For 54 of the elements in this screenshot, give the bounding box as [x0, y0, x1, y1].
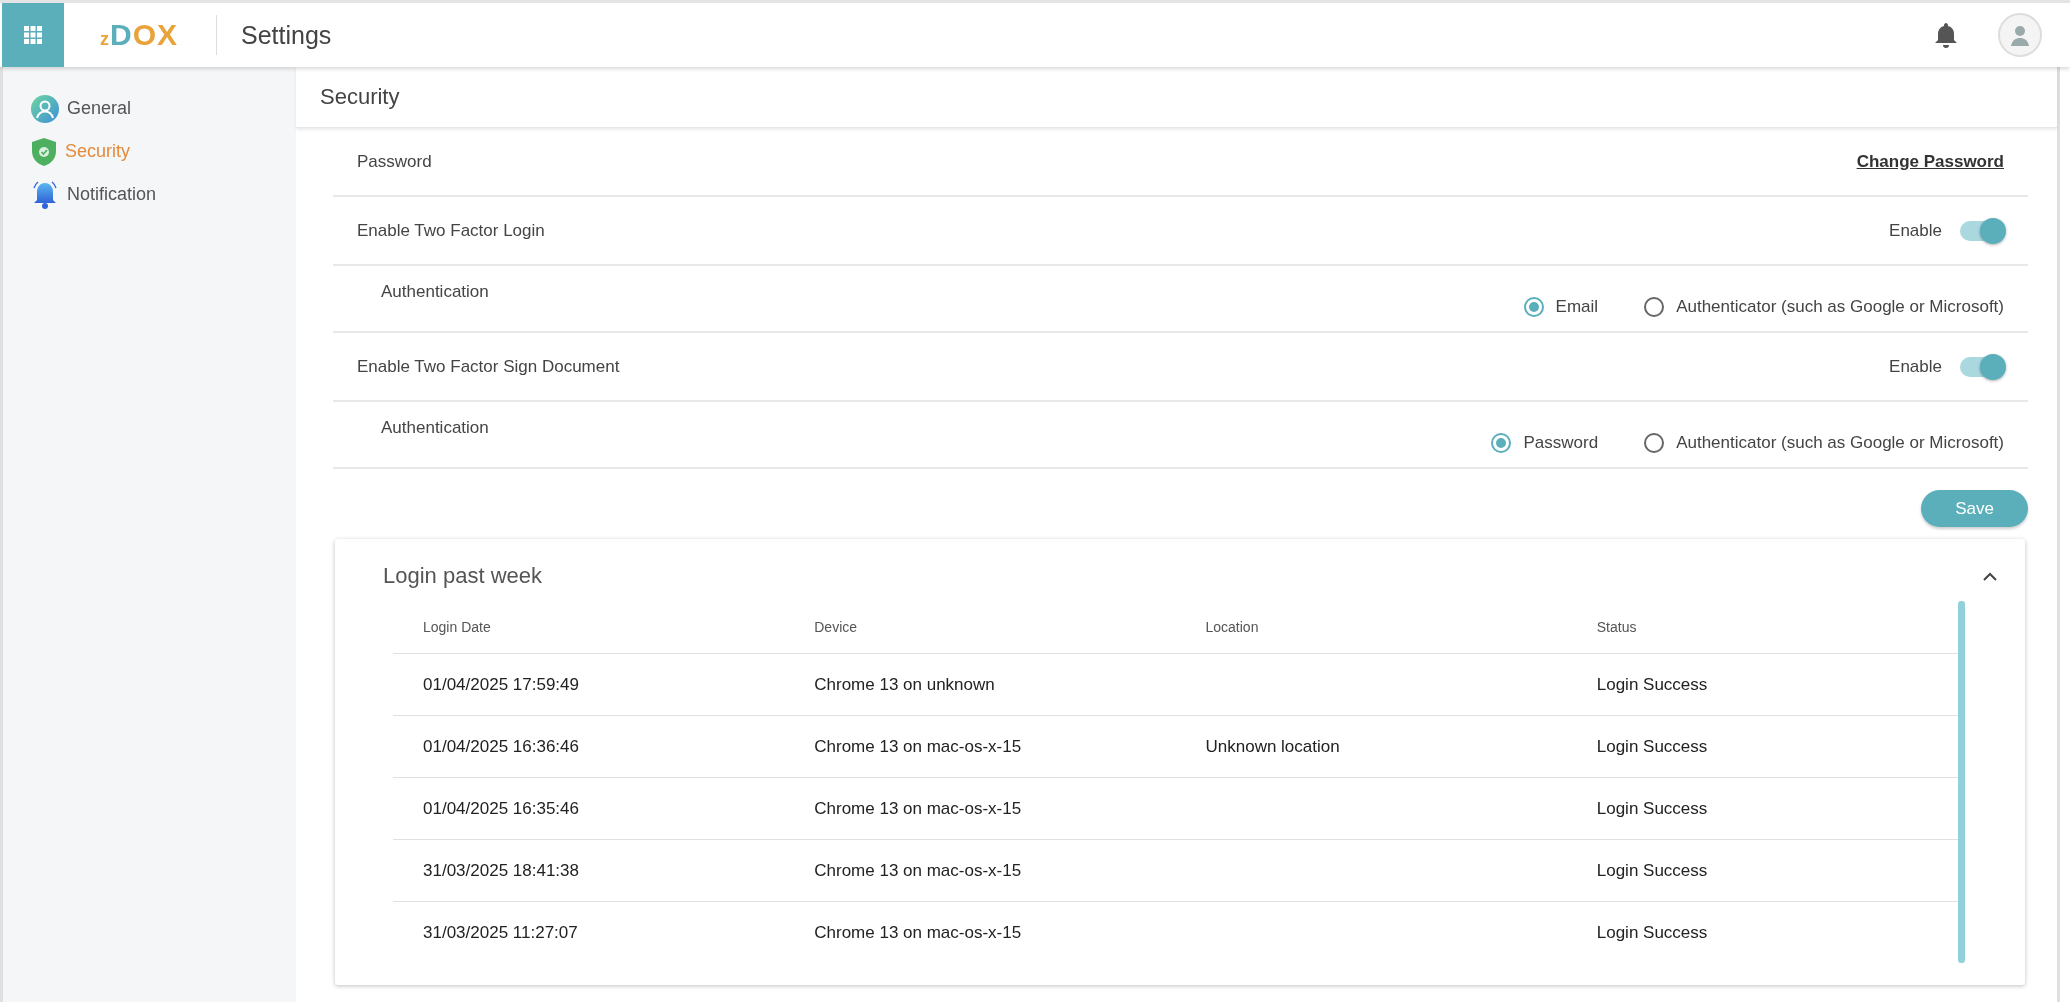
radio-label: Authenticator (such as Google or Microsoft) [1676, 433, 2004, 453]
radio-button[interactable] [1644, 433, 1665, 453]
radio-label: Email [1555, 297, 1599, 317]
bell-icon [31, 179, 59, 210]
toggle-label: Enable [1889, 356, 1942, 377]
page-header-title: Settings [241, 20, 332, 50]
notification-bell-icon[interactable] [1934, 21, 1958, 49]
toggle-switch[interactable] [1960, 356, 2004, 377]
toggle-switch[interactable] [1960, 220, 2004, 241]
radio-button[interactable] [1644, 297, 1665, 317]
table-cell: Chrome 13 on mac-os-x-15 [814, 860, 1022, 880]
table-cell: Chrome 13 on mac-os-x-15 [814, 922, 1022, 942]
table-cell: Login Success [1596, 674, 1708, 694]
table-cell: 31/03/2025 18:41:38 [423, 860, 579, 880]
setting-label: Authentication [381, 417, 489, 437]
column-header: Device [814, 619, 858, 635]
scrollbar[interactable] [1958, 601, 1965, 963]
table-cell: Login Success [1596, 798, 1708, 818]
column-header: Location [1205, 619, 1259, 635]
table-cell: 31/03/2025 11:27:07 [423, 922, 578, 942]
apps-menu-button[interactable] [2, 3, 64, 67]
setting-label: Password [357, 151, 432, 171]
table-cell: Login Success [1596, 736, 1708, 756]
shield-icon [31, 136, 57, 167]
sidebar-item[interactable]: Notification [3, 173, 157, 216]
radio-button[interactable] [1491, 433, 1512, 453]
radio-label: Password [1523, 433, 1599, 453]
sidebar-item[interactable]: General [3, 87, 132, 130]
column-header: Status [1596, 619, 1637, 635]
setting-label: Authentication [381, 281, 489, 301]
table-cell: 01/04/2025 16:35:46 [423, 798, 579, 818]
user-icon [31, 94, 59, 123]
person-silhouette-icon [2008, 23, 2032, 47]
table-cell: 01/04/2025 17:59:49 [423, 674, 579, 694]
chevron-icon [1983, 571, 1997, 581]
table-cell: Chrome 13 on mac-os-x-15 [814, 798, 1022, 818]
card-title: Login past week [383, 563, 542, 588]
table-cell: Chrome 13 on unknown [814, 674, 995, 694]
grid-icon [24, 26, 42, 44]
radio-label: Authenticator (such as Google or Microsoft) [1676, 297, 2004, 317]
table-cell: Login Success [1596, 922, 1708, 942]
table-cell: Login Success [1596, 860, 1708, 880]
table-cell: Unknown location [1205, 736, 1340, 756]
change-password-link[interactable]: Change Password [1856, 151, 2004, 172]
setting-label: Enable Two Factor Sign Document [357, 356, 620, 376]
avatar[interactable] [1998, 13, 2042, 57]
setting-label: Enable Two Factor Login [357, 220, 545, 240]
radio-button[interactable] [1523, 297, 1544, 317]
table-cell: Chrome 13 on mac-os-x-15 [814, 736, 1022, 756]
toggle-label: Enable [1889, 220, 1942, 241]
logo: zDOX [100, 18, 180, 52]
column-header: Login Date [423, 619, 491, 635]
table-cell: 01/04/2025 16:36:46 [423, 736, 579, 756]
section-title: Security [296, 67, 2057, 128]
